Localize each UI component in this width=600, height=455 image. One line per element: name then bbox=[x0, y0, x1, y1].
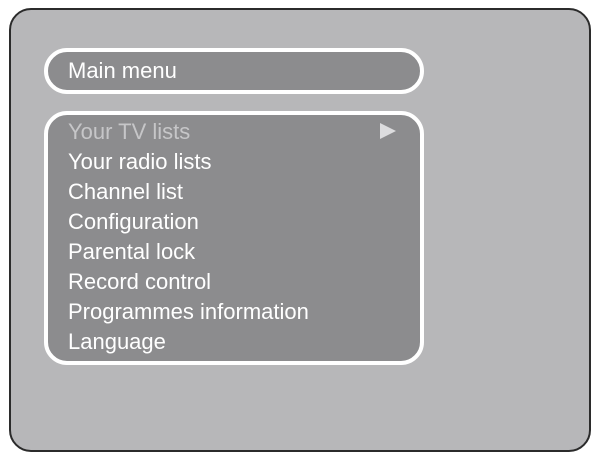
menu-item-programmes-information[interactable]: Programmes information bbox=[48, 297, 420, 327]
tv-screen: Main menu Your TV lists Your radio lists… bbox=[9, 8, 591, 452]
menu-item-label: Your radio lists bbox=[68, 149, 212, 174]
menu-item-label: Your TV lists bbox=[68, 119, 191, 144]
main-menu-panel: Your TV lists Your radio lists Channel l… bbox=[44, 111, 424, 365]
triangle-right-icon bbox=[380, 123, 396, 139]
page-title: Main menu bbox=[68, 58, 177, 83]
menu-list: Your TV lists Your radio lists Channel l… bbox=[48, 117, 420, 357]
menu-item-configuration[interactable]: Configuration bbox=[48, 207, 420, 237]
menu-item-channel-list[interactable]: Channel list bbox=[48, 177, 420, 207]
menu-item-your-tv-lists[interactable]: Your TV lists bbox=[48, 117, 420, 147]
menu-item-label: Record control bbox=[68, 269, 212, 294]
menu-item-label: Language bbox=[68, 329, 166, 354]
menu-item-your-radio-lists[interactable]: Your radio lists bbox=[48, 147, 420, 177]
main-menu-header: Main menu bbox=[44, 48, 424, 94]
menu-item-parental-lock[interactable]: Parental lock bbox=[48, 237, 420, 267]
menu-item-label: Channel list bbox=[68, 179, 183, 204]
menu-item-label: Configuration bbox=[68, 209, 199, 234]
menu-item-label: Programmes information bbox=[68, 299, 309, 324]
menu-item-label: Parental lock bbox=[68, 239, 196, 264]
menu-item-record-control[interactable]: Record control bbox=[48, 267, 420, 297]
menu-item-language[interactable]: Language bbox=[48, 327, 420, 357]
